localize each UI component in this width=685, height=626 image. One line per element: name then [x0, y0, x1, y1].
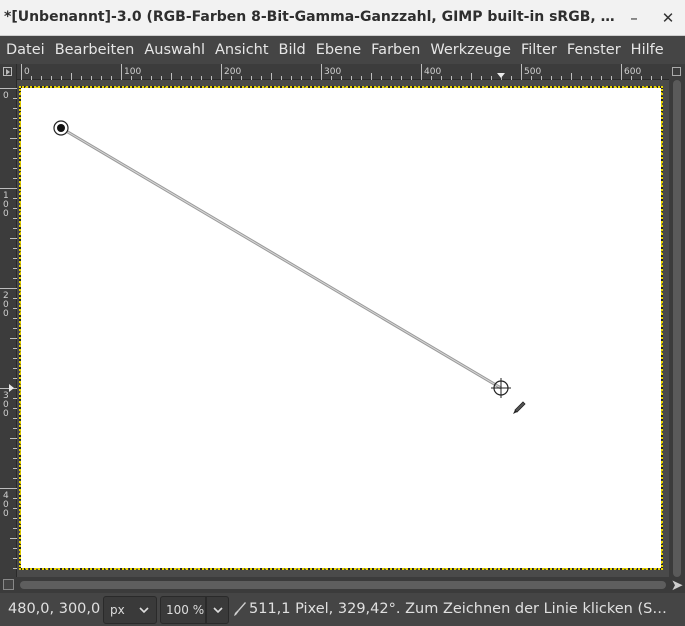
- ruler-label: 200: [224, 67, 241, 77]
- menu-bar: Datei Bearbeiten Auswahl Ansicht Bild Eb…: [0, 36, 685, 64]
- ruler-pointer-marker: [9, 384, 14, 392]
- horizontal-scrollbar-thumb[interactable]: [20, 581, 666, 589]
- ruler-label: 600: [624, 67, 641, 77]
- horizontal-ruler-ticks: 0 100 200 300 400 500 600: [21, 64, 662, 80]
- menu-datei[interactable]: Datei: [2, 42, 51, 58]
- menu-auswahl[interactable]: Auswahl: [140, 42, 211, 58]
- status-message: 511,1 Pixel, 329,42°. Zum Zeichnen der L…: [249, 601, 669, 617]
- ruler-label: 300: [3, 391, 9, 419]
- unit-select[interactable]: px: [103, 596, 157, 624]
- zoom-input[interactable]: 100 %: [160, 596, 206, 624]
- navigate-icon[interactable]: ➤: [670, 577, 684, 593]
- zoom-dropdown-button[interactable]: [206, 596, 229, 624]
- crosshair-cursor-icon: [491, 378, 526, 414]
- zoom-to-fit-toggle[interactable]: [669, 64, 685, 80]
- unit-value: px: [110, 603, 125, 617]
- ruler-label: 0: [3, 91, 9, 101]
- horizontal-scrollbar[interactable]: ➤: [0, 577, 685, 593]
- ruler-pointer-marker: [497, 73, 505, 78]
- menu-arrow-icon: [3, 67, 12, 76]
- status-bar: 480,0, 300,0 px 100 % 511,1 Pixel, 329,4…: [0, 593, 685, 626]
- vertical-scrollbar[interactable]: [669, 80, 685, 577]
- minimize-button[interactable]: –: [622, 6, 646, 30]
- menu-filter[interactable]: Filter: [517, 42, 563, 58]
- vertical-ruler[interactable]: 0 100 200 300 400: [0, 80, 17, 577]
- ruler-label: 100: [3, 191, 9, 219]
- ruler-label: 500: [524, 67, 541, 77]
- canvas-viewport[interactable]: [17, 80, 669, 577]
- ruler-label: 200: [3, 291, 9, 319]
- menu-ebene[interactable]: Ebene: [312, 42, 367, 58]
- menu-hilfe[interactable]: Hilfe: [627, 42, 670, 58]
- paintbrush-icon: [234, 602, 246, 616]
- menu-ansicht[interactable]: Ansicht: [211, 42, 275, 58]
- ruler-label: 400: [424, 67, 441, 77]
- close-button[interactable]: ✕: [656, 6, 680, 30]
- menu-farben[interactable]: Farben: [367, 42, 426, 58]
- line-preview-inner: [60, 127, 502, 389]
- paint-overlay: [53, 120, 526, 414]
- horizontal-ruler[interactable]: 0 100 200 300 400 500 600: [17, 64, 669, 80]
- chevron-down-icon: [213, 607, 223, 614]
- chevron-down-icon: [139, 607, 149, 614]
- ruler-label: 400: [3, 491, 9, 519]
- vertical-scrollbar-thumb[interactable]: [673, 80, 681, 577]
- menu-werkzeuge[interactable]: Werkzeuge: [426, 42, 517, 58]
- title-bar: *[Unbenannt]-3.0 (RGB-Farben 8-Bit-Gamma…: [0, 0, 685, 36]
- ruler-label: 100: [124, 67, 141, 77]
- menu-bearbeiten[interactable]: Bearbeiten: [51, 42, 141, 58]
- pointer-coordinates: 480,0, 300,0: [8, 601, 101, 617]
- window-title: *[Unbenannt]-3.0 (RGB-Farben 8-Bit-Gamma…: [4, 9, 616, 25]
- menu-bild[interactable]: Bild: [275, 42, 312, 58]
- vertical-ruler-ticks: 0 1 0 0 2 0 0 3 0 0 4 0 0: [0, 88, 17, 569]
- menu-fenster[interactable]: Fenster: [563, 42, 627, 58]
- ruler-corner-menu-button[interactable]: [0, 64, 17, 80]
- ruler-label: 0: [24, 67, 30, 77]
- line-start-handle[interactable]: [53, 120, 69, 136]
- ruler-label: 300: [324, 67, 341, 77]
- quick-mask-icon[interactable]: [3, 579, 14, 590]
